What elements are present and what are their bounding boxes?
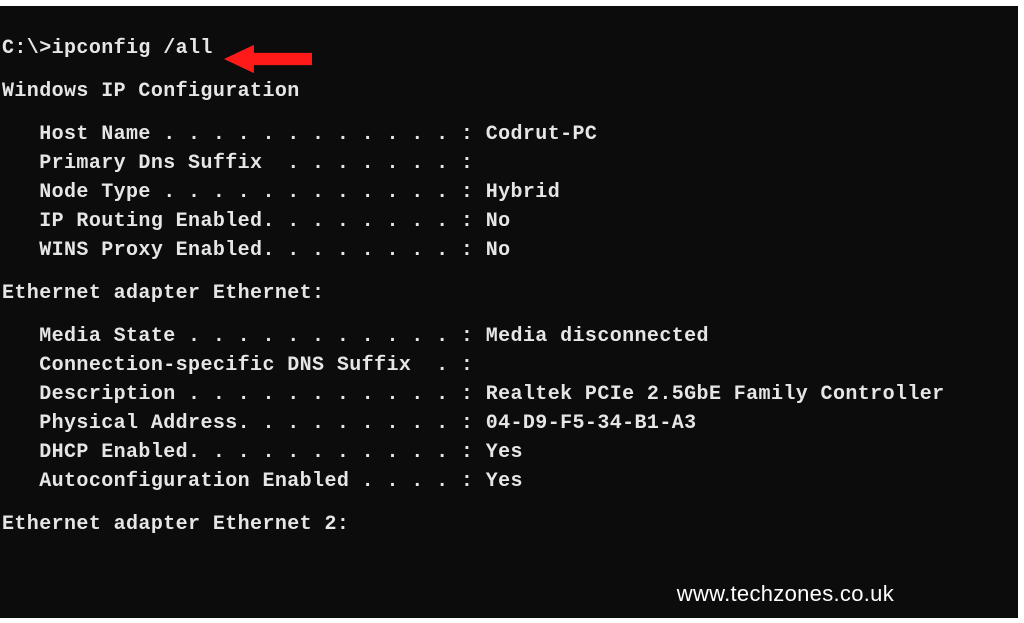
indent [2, 441, 39, 464]
output-row: Physical Address. . . . . . . . . : 04-D… [2, 409, 1018, 438]
indent [2, 383, 39, 406]
section-header-ethernet2: Ethernet adapter Ethernet 2: [2, 510, 1018, 539]
field-value: No [486, 239, 511, 262]
field-label: IP Routing Enabled. . . . . . . . : [39, 210, 485, 233]
field-value: Media disconnected [486, 325, 709, 348]
output-row: Primary Dns Suffix . . . . . . . : [2, 149, 1018, 178]
arrow-shape [224, 45, 312, 73]
blank-line [2, 308, 1018, 322]
field-value: Realtek PCIe 2.5GbE Family Controller [486, 383, 945, 406]
output-row: Host Name . . . . . . . . . . . . : Codr… [2, 120, 1018, 149]
field-value: Hybrid [486, 181, 560, 204]
blank-line [2, 63, 1018, 77]
output-row: IP Routing Enabled. . . . . . . . : No [2, 207, 1018, 236]
blank-line [2, 496, 1018, 510]
field-label: DHCP Enabled. . . . . . . . . . . : [39, 441, 485, 464]
field-value: Codrut-PC [486, 123, 598, 146]
blank-line [2, 106, 1018, 120]
field-label: Primary Dns Suffix . . . . . . . : [39, 152, 473, 175]
field-label: WINS Proxy Enabled. . . . . . . . : [39, 239, 485, 262]
output-row: Media State . . . . . . . . . . . : Medi… [2, 322, 1018, 351]
field-value: Yes [486, 441, 523, 464]
output-row: Node Type . . . . . . . . . . . . : Hybr… [2, 178, 1018, 207]
field-value: Yes [486, 470, 523, 493]
indent [2, 325, 39, 348]
field-label: Physical Address. . . . . . . . . : [39, 412, 485, 435]
indent [2, 470, 39, 493]
field-label: Media State . . . . . . . . . . . : [39, 325, 485, 348]
section-header-ipconfig: Windows IP Configuration [2, 77, 1018, 106]
output-row: DHCP Enabled. . . . . . . . . . . : Yes [2, 438, 1018, 467]
output-row: Autoconfiguration Enabled . . . . : Yes [2, 467, 1018, 496]
field-value: 04-D9-F5-34-B1-A3 [486, 412, 697, 435]
blank-line [2, 265, 1018, 279]
indent [2, 354, 39, 377]
watermark-text: www.techzones.co.uk [677, 578, 894, 610]
field-label: Node Type . . . . . . . . . . . . : [39, 181, 485, 204]
field-value: No [486, 210, 511, 233]
section-header-ethernet: Ethernet adapter Ethernet: [2, 279, 1018, 308]
indent [2, 412, 39, 435]
field-label: Description . . . . . . . . . . . : [39, 383, 485, 406]
indent [2, 152, 39, 175]
field-label: Autoconfiguration Enabled . . . . : [39, 470, 485, 493]
terminal-window[interactable]: C:\>ipconfig /all Windows IP Configurati… [0, 6, 1018, 618]
indent [2, 123, 39, 146]
indent [2, 239, 39, 262]
command-text: C:\>ipconfig /all [2, 37, 213, 60]
field-label: Connection-specific DNS Suffix . : [39, 354, 473, 377]
arrow-annotation-icon [224, 40, 312, 78]
command-prompt-line: C:\>ipconfig /all [2, 34, 1018, 63]
output-row: WINS Proxy Enabled. . . . . . . . : No [2, 236, 1018, 265]
output-row: Connection-specific DNS Suffix . : [2, 351, 1018, 380]
output-row: Description . . . . . . . . . . . : Real… [2, 380, 1018, 409]
indent [2, 181, 39, 204]
indent [2, 210, 39, 233]
field-label: Host Name . . . . . . . . . . . . : [39, 123, 485, 146]
